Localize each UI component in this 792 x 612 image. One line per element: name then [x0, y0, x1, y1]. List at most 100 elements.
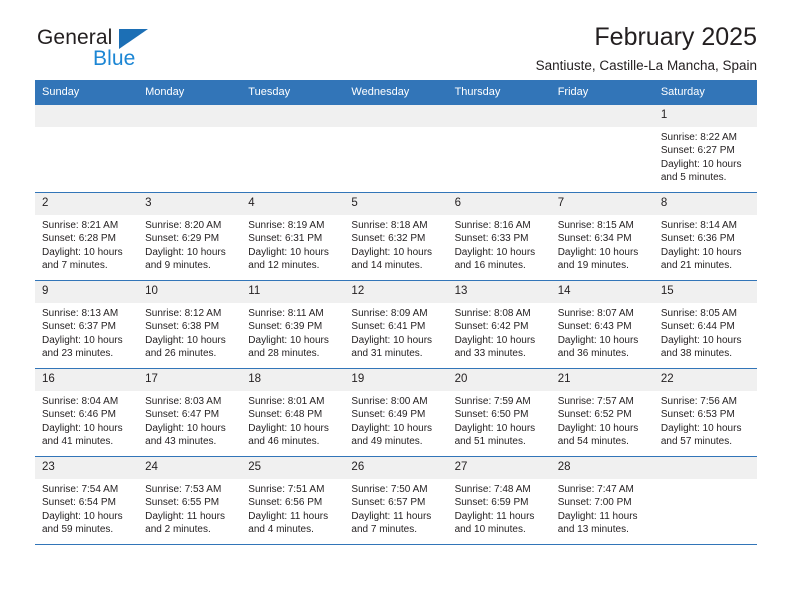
sunrise-text: Sunrise: 8:05 AM [660, 308, 737, 319]
sunset-text: Sunset: 6:38 PM [145, 321, 220, 333]
sunrise-text: Sunrise: 8:09 AM [351, 308, 428, 319]
day-cell[interactable] [35, 104, 139, 193]
day-number: 16 [35, 369, 139, 391]
day-cell[interactable]: 28 Sunrise: 7:47 AM Sunset: 7:00 PM Dayligh… [550, 456, 654, 545]
day-number [138, 105, 242, 127]
day-cell[interactable]: 7 Sunrise: 8:15 AM Sunset: 6:34 PM Daylight… [550, 192, 654, 281]
day-cell[interactable]: 12 Sunrise: 8:09 AM Sunset: 6:41 PM Dayligh… [344, 280, 448, 369]
day-number [447, 105, 551, 127]
daylight-text: Daylight: 11 hours and 4 minutes. [248, 510, 329, 536]
week-row: 1 Sunrise: 8:22 AM Sunset: 6:27 PM Daylight… [35, 104, 757, 193]
general-blue-logo[interactable]: General Blue [35, 26, 235, 78]
day-cell[interactable]: 14 Sunrise: 8:07 AM Sunset: 6:43 PM Dayligh… [550, 280, 654, 369]
day-info: Sunrise: 8:04 AM Sunset: 6:46 PM Daylight:… [35, 391, 138, 449]
day-info: Sunrise: 8:20 AM Sunset: 6:29 PM Daylight:… [138, 215, 241, 273]
day-info: Sunrise: 7:51 AM Sunset: 6:56 PM Daylight:… [241, 479, 344, 537]
day-cell[interactable]: 11 Sunrise: 8:11 AM Sunset: 6:39 PM Dayligh… [241, 280, 345, 369]
day-number: 26 [344, 457, 448, 479]
day-cell[interactable]: 22 Sunrise: 7:56 AM Sunset: 6:53 PM Dayligh… [653, 368, 757, 457]
sunset-text: Sunset: 6:42 PM [454, 321, 529, 333]
day-number: 15 [653, 281, 757, 303]
daylight-text: Daylight: 10 hours and 41 minutes. [42, 422, 123, 448]
daylight-text: Daylight: 10 hours and 46 minutes. [248, 422, 329, 448]
day-cell[interactable]: 24 Sunrise: 7:53 AM Sunset: 6:55 PM Dayligh… [138, 456, 242, 545]
day-cell[interactable]: 9 Sunrise: 8:13 AM Sunset: 6:37 PM Daylight… [35, 280, 139, 369]
day-info: Sunrise: 8:00 AM Sunset: 6:49 PM Daylight:… [344, 391, 447, 449]
sunrise-text: Sunrise: 8:11 AM [248, 308, 324, 319]
daylight-text: Daylight: 10 hours and 59 minutes. [42, 510, 123, 536]
day-cell[interactable]: 5 Sunrise: 8:18 AM Sunset: 6:32 PM Daylight… [344, 192, 448, 281]
daylight-text: Daylight: 10 hours and 36 minutes. [557, 334, 639, 360]
day-cell[interactable] [241, 104, 345, 193]
day-number: 20 [447, 369, 551, 391]
day-info: Sunrise: 8:14 AM Sunset: 6:36 PM Daylight:… [654, 215, 757, 273]
daylight-text: Daylight: 10 hours and 33 minutes. [454, 334, 536, 360]
weekday-tuesday: Tuesday [241, 80, 345, 105]
day-info: Sunrise: 7:53 AM Sunset: 6:55 PM Daylight:… [138, 479, 241, 537]
day-cell[interactable]: 4 Sunrise: 8:19 AM Sunset: 6:31 PM Daylight… [241, 192, 345, 281]
day-cell[interactable]: 19 Sunrise: 8:00 AM Sunset: 6:49 PM Dayligh… [344, 368, 448, 457]
day-cell[interactable] [653, 456, 757, 545]
day-cell[interactable]: 6 Sunrise: 8:16 AM Sunset: 6:33 PM Daylight… [447, 192, 551, 281]
day-number: 14 [550, 281, 654, 303]
sunrise-text: Sunrise: 7:59 AM [454, 396, 531, 407]
day-cell[interactable] [344, 104, 448, 193]
day-cell[interactable]: 10 Sunrise: 8:12 AM Sunset: 6:38 PM Dayligh… [138, 280, 242, 369]
day-number: 21 [550, 369, 654, 391]
sunset-text: Sunset: 6:49 PM [351, 409, 426, 421]
day-cell[interactable] [138, 104, 242, 193]
day-cell[interactable]: 2 Sunrise: 8:21 AM Sunset: 6:28 PM Daylight… [35, 192, 139, 281]
day-number: 19 [344, 369, 448, 391]
daylight-text: Daylight: 10 hours and 9 minutes. [145, 246, 226, 272]
day-cell[interactable]: 21 Sunrise: 7:57 AM Sunset: 6:52 PM Dayligh… [550, 368, 654, 457]
day-cell[interactable]: 20 Sunrise: 7:59 AM Sunset: 6:50 PM Dayligh… [447, 368, 551, 457]
week-row: 2 Sunrise: 8:21 AM Sunset: 6:28 PM Daylight… [35, 192, 757, 281]
calendar-header-row: Sunday Monday Tuesday Wednesday Thursday… [35, 80, 757, 105]
day-cell[interactable]: 15 Sunrise: 8:05 AM Sunset: 6:44 PM Dayligh… [653, 280, 757, 369]
sunrise-text: Sunrise: 7:48 AM [454, 484, 531, 495]
day-cell[interactable]: 1 Sunrise: 8:22 AM Sunset: 6:27 PM Daylight… [653, 104, 757, 193]
day-cell[interactable] [447, 104, 551, 193]
sunset-text: Sunset: 6:59 PM [454, 497, 529, 509]
day-number: 28 [550, 457, 654, 479]
day-number [241, 105, 345, 127]
day-info: Sunrise: 8:21 AM Sunset: 6:28 PM Daylight:… [35, 215, 138, 273]
day-cell[interactable]: 8 Sunrise: 8:14 AM Sunset: 6:36 PM Daylight… [653, 192, 757, 281]
day-info: Sunrise: 7:54 AM Sunset: 6:54 PM Daylight:… [35, 479, 138, 537]
calendar-page: General Blue February 2025 Santiuste, Ca… [0, 0, 792, 612]
daylight-text: Daylight: 10 hours and 19 minutes. [557, 246, 639, 272]
daylight-text: Daylight: 10 hours and 28 minutes. [248, 334, 329, 360]
day-number [653, 457, 757, 479]
day-cell[interactable]: 23 Sunrise: 7:54 AM Sunset: 6:54 PM Dayligh… [35, 456, 139, 545]
day-number [35, 105, 139, 127]
day-cell[interactable]: 17 Sunrise: 8:03 AM Sunset: 6:47 PM Dayligh… [138, 368, 242, 457]
day-cell[interactable]: 16 Sunrise: 8:04 AM Sunset: 6:46 PM Dayligh… [35, 368, 139, 457]
day-number: 27 [447, 457, 551, 479]
day-number: 1 [653, 105, 757, 127]
day-number: 10 [138, 281, 242, 303]
day-info: Sunrise: 7:57 AM Sunset: 6:52 PM Daylight:… [551, 391, 654, 449]
day-cell[interactable]: 26 Sunrise: 7:50 AM Sunset: 6:57 PM Dayligh… [344, 456, 448, 545]
daylight-text: Daylight: 10 hours and 57 minutes. [660, 422, 742, 448]
day-number [550, 105, 654, 127]
day-cell[interactable]: 3 Sunrise: 8:20 AM Sunset: 6:29 PM Daylight… [138, 192, 242, 281]
day-cell[interactable]: 27 Sunrise: 7:48 AM Sunset: 6:59 PM Dayligh… [447, 456, 551, 545]
sunrise-text: Sunrise: 7:56 AM [660, 396, 737, 407]
day-info: Sunrise: 8:03 AM Sunset: 6:47 PM Daylight:… [138, 391, 241, 449]
day-number: 18 [241, 369, 345, 391]
weekday-sunday: Sunday [35, 80, 139, 105]
daylight-text: Daylight: 11 hours and 7 minutes. [351, 510, 432, 536]
day-cell[interactable]: 13 Sunrise: 8:08 AM Sunset: 6:42 PM Dayligh… [447, 280, 551, 369]
sunrise-text: Sunrise: 7:51 AM [248, 484, 325, 495]
day-cell[interactable] [550, 104, 654, 193]
sunrise-text: Sunrise: 8:07 AM [557, 308, 634, 319]
day-cell[interactable]: 25 Sunrise: 7:51 AM Sunset: 6:56 PM Dayligh… [241, 456, 345, 545]
sunset-text: Sunset: 6:41 PM [351, 321, 426, 333]
weekday-thursday: Thursday [447, 80, 551, 105]
day-info: Sunrise: 8:16 AM Sunset: 6:33 PM Daylight:… [448, 215, 551, 273]
sunrise-text: Sunrise: 8:04 AM [42, 396, 119, 407]
daylight-text: Daylight: 10 hours and 5 minutes. [660, 158, 742, 184]
sunset-text: Sunset: 6:36 PM [660, 233, 735, 245]
day-cell[interactable]: 18 Sunrise: 8:01 AM Sunset: 6:48 PM Dayligh… [241, 368, 345, 457]
day-info: Sunrise: 8:13 AM Sunset: 6:37 PM Daylight:… [35, 303, 138, 361]
